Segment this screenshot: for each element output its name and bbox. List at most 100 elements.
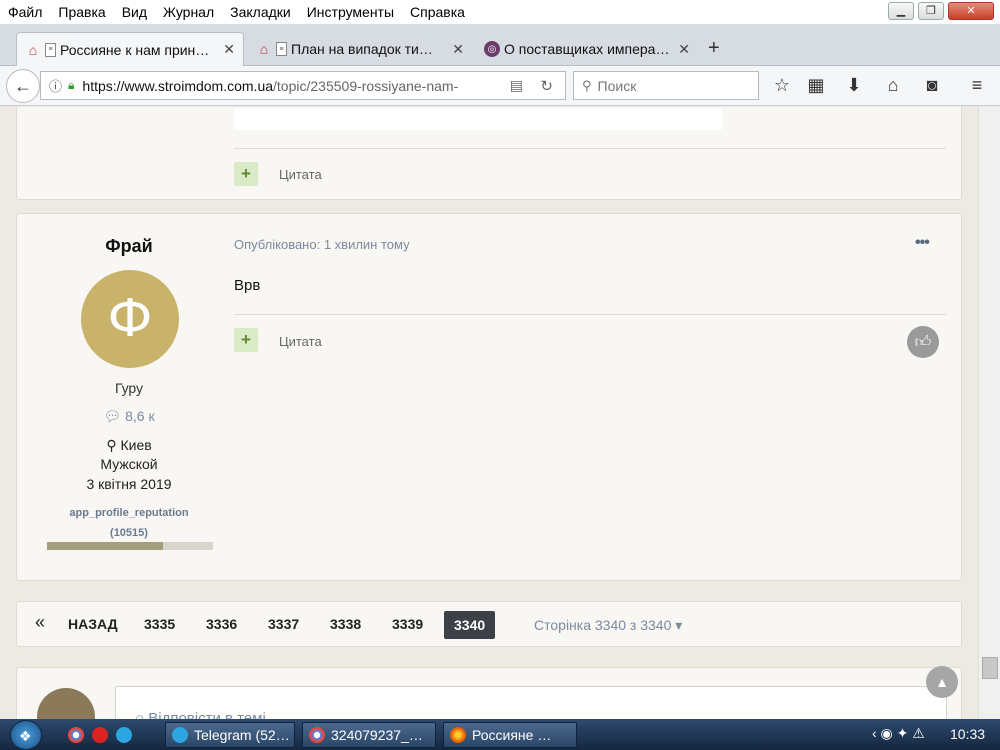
firefox-icon xyxy=(450,727,466,743)
reputation-bar xyxy=(47,542,213,550)
taskbar-chrome[interactable]: 324079237_… xyxy=(302,722,436,748)
download-icon[interactable]: ⬇ xyxy=(843,75,865,96)
tab-title: План на випадок ти… xyxy=(291,41,433,57)
post-published-time: Опубліковано: 1 хвилин тому xyxy=(234,237,410,252)
post-more-options-icon[interactable]: ••• xyxy=(915,234,930,252)
tab-title: О поставщиках импера… xyxy=(504,41,670,57)
pocket-icon[interactable]: ◙ xyxy=(921,75,943,96)
like-thumbs-up-icon[interactable]: 👍︎ xyxy=(907,326,939,358)
divider xyxy=(234,148,946,149)
reply-card: ○ Відповісти в темі xyxy=(16,667,962,719)
previous-post-body xyxy=(234,108,722,130)
page-jump-dropdown[interactable]: Сторінка 3340 з 3340 ▾ xyxy=(534,617,682,634)
tab-rossiyane[interactable]: ⌂ ≡ Россияне к нам прин… ✕ xyxy=(16,32,244,66)
menu-history[interactable]: Журнал xyxy=(155,4,222,20)
navigation-toolbar: ← ⓘ 🔒︎ https://www.stroimdom.com.ua/topi… xyxy=(0,66,1000,106)
close-tab-icon[interactable]: ✕ xyxy=(223,41,235,58)
post-card: Фрай Ф Гуру 💬︎ 8,6 к ⚲ Киев Мужской 3 кв… xyxy=(16,213,962,581)
quote-button[interactable]: Цитата xyxy=(279,334,322,349)
search-placeholder: Поиск xyxy=(597,77,637,94)
current-page[interactable]: 3340 xyxy=(444,611,496,639)
start-button[interactable]: ❖ xyxy=(10,720,42,750)
page-link[interactable]: 3335 xyxy=(144,616,175,632)
taskbar-telegram[interactable]: Telegram (52… xyxy=(165,722,295,748)
tab-strip: ⌂ ≡ Россияне к нам прин… ✕ ⌂ ≡ План на в… xyxy=(0,24,1000,66)
reputation-label: app_profile_reputation xyxy=(69,507,189,519)
pagination: « НАЗАД 3335 3336 3337 3338 3339 3340 Ст… xyxy=(16,601,962,647)
previous-page-link[interactable]: НАЗАД xyxy=(68,616,118,632)
telegram-icon[interactable] xyxy=(116,727,132,743)
divider xyxy=(234,314,946,315)
tab-plan[interactable]: ⌂ ≡ План на випадок ти… ✕ xyxy=(248,32,472,66)
new-tab-plus-icon[interactable]: + xyxy=(708,37,720,60)
reader-view-icon[interactable]: ▤ xyxy=(510,77,523,94)
page-link[interactable]: 3337 xyxy=(268,616,299,632)
hamburger-menu-icon[interactable]: ≡ xyxy=(966,75,988,96)
window-controls: ▁ ❐ ✕ xyxy=(888,2,994,20)
close-tab-icon[interactable]: ✕ xyxy=(678,41,690,58)
windows-taskbar: ❖ Telegram (52… 324079237_… Россияне … ‹… xyxy=(0,719,1000,750)
quote-button[interactable]: Цитата xyxy=(279,167,322,182)
menu-bookmarks[interactable]: Закладки xyxy=(222,4,299,20)
lock-icon: 🔒︎ xyxy=(68,78,75,92)
avatar xyxy=(37,688,95,719)
page-link[interactable]: 3339 xyxy=(392,616,423,632)
comment-icon: 💬︎ xyxy=(103,408,122,424)
author-rank: Гуру xyxy=(114,380,144,396)
menu-file[interactable]: Файл xyxy=(0,4,50,20)
tab-title: Россияне к нам прин… xyxy=(60,41,210,58)
home-icon[interactable]: ⌂ xyxy=(882,75,904,96)
reload-icon[interactable]: ↻ xyxy=(540,77,553,95)
document-icon: ≡ xyxy=(276,42,287,56)
map-marker-icon: ⚲ xyxy=(106,437,117,453)
chrome-icon xyxy=(309,727,325,743)
chrome-icon[interactable] xyxy=(68,727,84,743)
search-input[interactable]: ⚲ Поиск xyxy=(573,71,759,100)
url-text[interactable]: https://www.stroimdom.com.ua/topic/23550… xyxy=(82,78,472,94)
taskbar-firefox[interactable]: Россияне … xyxy=(443,722,577,748)
author-gender: Мужской xyxy=(100,456,158,472)
menu-view[interactable]: Вид xyxy=(114,4,155,20)
quote-plus-icon[interactable]: + xyxy=(234,162,258,186)
reputation-bar-fill xyxy=(47,542,164,550)
back-arrow-icon[interactable]: ← xyxy=(6,69,40,103)
menu-tools[interactable]: Инструменты xyxy=(299,4,402,20)
minimize-button[interactable]: ▁ xyxy=(888,2,914,20)
house-icon: ⌂ xyxy=(259,41,269,57)
bookmark-star-icon[interactable]: ☆ xyxy=(771,75,793,96)
page-content: + Цитата Фрай Ф Гуру 💬︎ 8,6 к ⚲ Киев Муж… xyxy=(0,107,978,719)
house-icon: ⌂ xyxy=(28,41,38,58)
scroll-to-top-icon[interactable]: ▲ xyxy=(926,666,958,698)
opera-icon[interactable] xyxy=(92,727,108,743)
document-icon: ≡ xyxy=(45,42,56,57)
maximize-button[interactable]: ❐ xyxy=(918,2,944,20)
address-bar[interactable]: ⓘ 🔒︎ https://www.stroimdom.com.ua/topic/… xyxy=(40,71,566,100)
viber-icon: ◎ xyxy=(484,41,500,57)
system-tray[interactable]: ‹ ◉ ✦ ⚠ xyxy=(872,725,925,742)
caret-down-icon: ▾ xyxy=(675,617,683,633)
page-scrollbar[interactable] xyxy=(978,107,1000,719)
first-page-icon[interactable]: « xyxy=(35,612,45,633)
avatar[interactable]: Ф xyxy=(81,270,179,368)
page-link[interactable]: 3338 xyxy=(330,616,361,632)
post-body: Врв xyxy=(234,277,261,294)
menu-bar: Файл Правка Вид Журнал Закладки Инструме… xyxy=(0,0,1000,24)
page-link[interactable]: 3336 xyxy=(206,616,237,632)
reading-list-icon[interactable]: ▦ xyxy=(805,75,827,96)
author-joined-date: 3 квітня 2019 xyxy=(86,476,172,492)
author-city: ⚲ Киев xyxy=(106,437,152,453)
close-window-button[interactable]: ✕ xyxy=(948,2,994,20)
menu-edit[interactable]: Правка xyxy=(50,4,113,20)
post-author-name[interactable]: Фрай xyxy=(17,236,241,257)
clock[interactable]: 10:33 xyxy=(950,726,985,742)
menu-help[interactable]: Справка xyxy=(402,4,473,20)
tab-postavshchiki[interactable]: ◎ О поставщиках импера… ✕ xyxy=(476,32,698,66)
previous-post-card: + Цитата xyxy=(16,107,962,200)
scrollbar-thumb[interactable] xyxy=(982,657,998,679)
quote-plus-icon[interactable]: + xyxy=(234,328,258,352)
author-post-count: 💬︎ 8,6 к xyxy=(103,408,155,424)
reply-prompt[interactable]: ○ Відповісти в темі xyxy=(135,710,266,719)
windows-logo-icon: ❖ xyxy=(19,728,32,744)
close-tab-icon[interactable]: ✕ xyxy=(452,41,464,58)
info-icon[interactable]: ⓘ xyxy=(49,76,62,95)
